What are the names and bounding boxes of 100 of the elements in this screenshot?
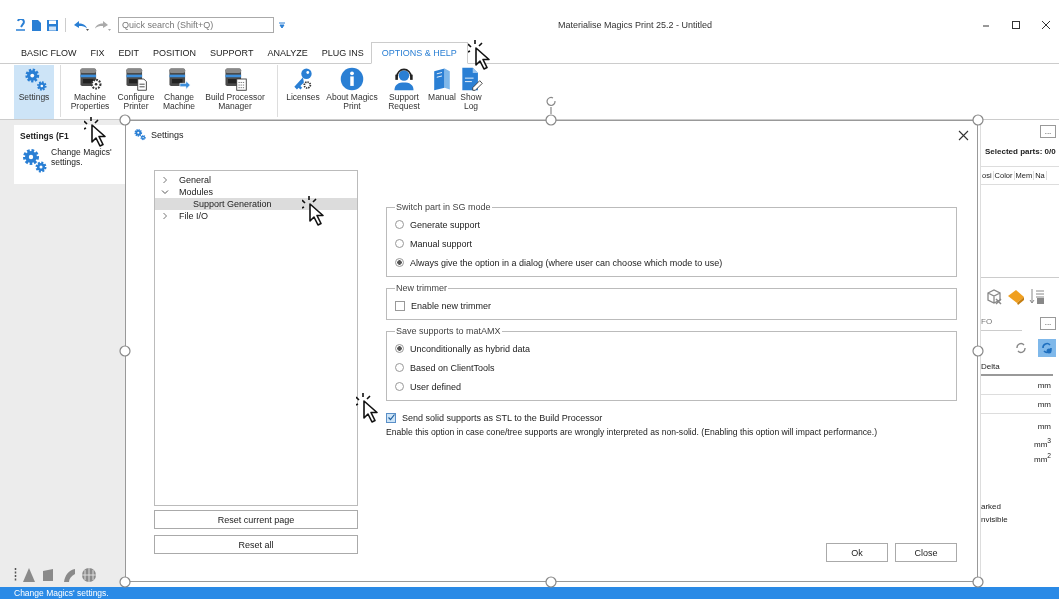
printer-document-icon (123, 66, 149, 92)
tooltip-title: Settings (F1 (20, 131, 70, 141)
property-label: arked (981, 501, 1002, 514)
close-icon[interactable] (958, 129, 969, 141)
list-save-icon[interactable] (1029, 287, 1045, 305)
radio-button[interactable] (395, 382, 404, 391)
ribbon-tab[interactable]: BASIC FLOW (14, 43, 84, 63)
option-label: Always give the option in a dialog (where user can choose which mode to use) (410, 257, 723, 268)
ribbon-tab[interactable]: PLUG INS (314, 43, 371, 63)
radio-button[interactable] (395, 363, 404, 372)
option-label: Send solid supports as STL to the Build Processor (402, 412, 603, 423)
dialog-button[interactable]: Reset current page (154, 510, 358, 529)
ribbon-button[interactable]: Show Log (458, 65, 484, 119)
window-title: Materialise Magics Print 25.2 - Untitled (558, 20, 713, 30)
radio-button[interactable] (395, 344, 404, 353)
ribbon-button[interactable]: About Magics Print (322, 65, 382, 119)
cube-cross-icon[interactable] (985, 287, 1003, 305)
ribbon-button[interactable]: Settings (14, 65, 54, 119)
unit-label: mm (1036, 421, 1051, 433)
group-title: Switch part in SG mode (395, 202, 492, 212)
close-icon[interactable] (1041, 20, 1051, 30)
tree-item[interactable]: Modules (177, 187, 216, 197)
ribbon-button[interactable]: Licenses (284, 65, 322, 119)
chevron-right-icon[interactable] (161, 176, 169, 184)
more-button[interactable]: ... (1040, 316, 1056, 330)
selection-handle[interactable] (972, 345, 984, 357)
lattice-icon[interactable] (81, 567, 97, 583)
dialog-button[interactable]: Close (895, 543, 957, 562)
tree-item[interactable]: General (177, 175, 214, 185)
radio-button[interactable] (395, 258, 404, 267)
group-title: Save supports to matAMX (395, 326, 502, 336)
ribbon-button[interactable]: Change Machine (159, 65, 199, 119)
new-file-icon[interactable] (31, 18, 42, 32)
auto-refresh-button[interactable] (1038, 339, 1056, 357)
ribbon-tab[interactable]: ANALYZE (260, 43, 315, 63)
more-button[interactable]: ... (1040, 125, 1056, 138)
maximize-icon[interactable] (1011, 20, 1021, 30)
option-label: User defined (410, 381, 462, 392)
option-label: Generate support (410, 219, 481, 230)
radio-button[interactable] (395, 220, 404, 229)
option-label: Unconditionally as hybrid data (410, 343, 531, 354)
refresh-icon[interactable] (1014, 341, 1028, 355)
panel-tab-label[interactable]: FO (981, 315, 1023, 331)
option-label: Based on ClientTools (410, 362, 495, 373)
info-icon (339, 66, 365, 92)
unit-label: mm$^{3}$ (1032, 436, 1051, 450)
selection-handle[interactable] (119, 114, 131, 126)
ribbon-button[interactable]: Manual (426, 65, 458, 119)
redo-icon[interactable] (94, 18, 112, 32)
column-header: Delta (981, 362, 1053, 376)
checkbox[interactable] (395, 300, 405, 311)
printer-gear-icon (77, 66, 103, 92)
dialog-button[interactable]: Ok (826, 543, 888, 562)
ribbon-tab[interactable]: OPTIONS & HELP (370, 42, 468, 64)
selection-handle[interactable] (545, 114, 557, 126)
quick-search-field[interactable]: Quick search (Shift+Q) (118, 17, 274, 33)
chevron-down-icon[interactable] (161, 188, 169, 196)
selection-handle[interactable] (972, 576, 984, 588)
dialog-button[interactable]: Reset all (154, 535, 358, 554)
ribbon-button[interactable]: Configure Printer (113, 65, 159, 119)
ribbon-tab[interactable]: EDIT (111, 43, 147, 63)
plate-icon[interactable] (1006, 287, 1026, 305)
selected-parts-count: Selected parts: 0/0 (985, 147, 1057, 156)
ribbon-tab[interactable]: FIX (83, 43, 112, 63)
ribbon-button[interactable]: Machine Properties (67, 65, 113, 119)
tree-item[interactable]: File I/O (177, 211, 210, 221)
cone-icon[interactable] (21, 567, 37, 583)
checkbox[interactable] (386, 412, 396, 423)
tooltip-text: Change Magics' settings. (51, 147, 113, 167)
option-label: Manual support (410, 238, 473, 249)
gears-icon (133, 127, 147, 141)
ribbon-button[interactable]: Support Request (382, 65, 426, 119)
chevron-right-icon[interactable] (161, 212, 169, 220)
dialog-title: Settings (151, 130, 184, 140)
group-title: New trimmer (395, 283, 448, 293)
status-text: Change Magics' settings. (14, 588, 109, 598)
ribbon-button[interactable]: Build Processor Manager (199, 65, 271, 119)
option-label: Enable new trimmer (411, 300, 492, 311)
radio-button[interactable] (395, 239, 404, 248)
unit-label: mm (981, 394, 1051, 414)
selection-handle[interactable] (119, 576, 131, 588)
property-label: nvisible (981, 514, 1009, 527)
printer-arrow-icon (166, 66, 192, 92)
dropdown-icon[interactable] (278, 20, 286, 30)
option-note: Enable this option in case cone/tree supports are wrongly interpreted as non-solid. (Enabling this option will impact performance.) (386, 427, 879, 437)
unit-label: mm$^{2}$ (1032, 450, 1051, 465)
unit-label: mm (1036, 380, 1051, 392)
selection-handle[interactable] (972, 114, 984, 126)
save-icon[interactable] (46, 18, 59, 32)
rotate-handle-icon[interactable] (546, 96, 556, 115)
ribbon-tab[interactable]: POSITION (146, 43, 204, 63)
grip-icon (14, 567, 17, 583)
undo-icon[interactable] (72, 18, 90, 32)
ribbon-tab[interactable]: SUPPORT (203, 43, 261, 63)
printer-calculator-icon (222, 66, 248, 92)
tree-icon[interactable] (61, 567, 77, 583)
refresh-icon (1040, 341, 1054, 355)
selection-handle[interactable] (119, 345, 131, 357)
gears-icon (20, 147, 48, 174)
selection-handle[interactable] (545, 576, 557, 588)
